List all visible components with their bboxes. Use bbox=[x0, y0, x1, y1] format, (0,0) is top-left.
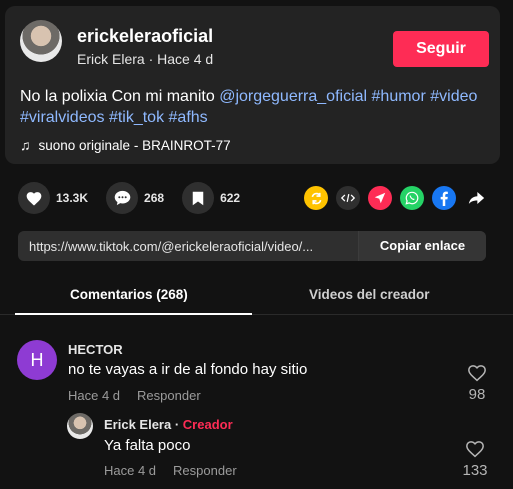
like-action[interactable]: 13.3K bbox=[18, 182, 88, 214]
heart-outline-icon[interactable] bbox=[465, 440, 485, 458]
reply-username[interactable]: Erick Elera bbox=[104, 417, 171, 432]
embed-icon[interactable] bbox=[336, 186, 360, 210]
creator-username[interactable]: erickeleraoficial bbox=[77, 26, 213, 47]
reply-text: Ya falta poco bbox=[104, 437, 191, 454]
commenter-username[interactable]: HECTOR bbox=[68, 342, 123, 357]
share-arrow-icon[interactable] bbox=[464, 186, 488, 210]
bookmark-icon[interactable] bbox=[182, 182, 215, 214]
heart-icon[interactable] bbox=[18, 182, 50, 214]
facebook-icon[interactable] bbox=[432, 186, 456, 210]
post-caption: No la polixia Con mi manito @jorgeguerra… bbox=[20, 86, 490, 128]
reply-button[interactable]: Responder bbox=[137, 388, 201, 403]
reply-avatar[interactable] bbox=[67, 413, 93, 439]
repost-icon[interactable] bbox=[304, 186, 328, 210]
share-icons bbox=[304, 186, 488, 210]
heart-outline-icon[interactable] bbox=[467, 364, 487, 382]
tab-creator-videos[interactable]: Videos del creador bbox=[309, 287, 430, 302]
caption-hashtag[interactable]: #afhs bbox=[169, 109, 208, 126]
music-info[interactable]: ♫ suono originale - BRAINROT-77 bbox=[20, 137, 231, 153]
comment-action[interactable]: 268 bbox=[106, 182, 164, 214]
caption-mention[interactable]: @jorgeguerra_oficial bbox=[219, 88, 367, 105]
copy-link-button[interactable]: Copiar enlace bbox=[358, 231, 486, 261]
active-tab-indicator bbox=[15, 313, 252, 315]
comment-like-count: 98 bbox=[468, 386, 486, 403]
reply-reply-button[interactable]: Responder bbox=[173, 463, 237, 478]
comment-meta: Hace 4 d Responder bbox=[68, 388, 201, 403]
video-url[interactable]: https://www.tiktok.com/@erickeleraoficia… bbox=[29, 239, 364, 254]
reply-username-line: Erick Elera · Creador bbox=[104, 417, 233, 432]
whatsapp-icon[interactable] bbox=[400, 186, 424, 210]
comment-count: 268 bbox=[144, 191, 165, 205]
reply-like-count: 133 bbox=[462, 462, 488, 479]
caption-hashtag[interactable]: #video bbox=[430, 88, 477, 105]
creator-display-name: Erick Elera bbox=[77, 51, 145, 67]
reply-separator: · bbox=[171, 417, 183, 432]
comment-like[interactable]: 98 bbox=[462, 364, 492, 403]
subline-separator: · bbox=[144, 51, 158, 67]
post-info-card: erickeleraoficial Erick Elera · Hace 4 d… bbox=[5, 6, 500, 164]
creator-avatar[interactable] bbox=[20, 20, 62, 62]
tab-comments[interactable]: Comentarios (268) bbox=[70, 287, 188, 302]
caption-hashtag[interactable]: #viralvideos bbox=[20, 109, 104, 126]
music-note-icon: ♫ bbox=[20, 137, 31, 153]
save-action[interactable]: 622 bbox=[182, 182, 240, 214]
follow-button[interactable]: Seguir bbox=[393, 31, 489, 67]
send-icon[interactable] bbox=[368, 186, 392, 210]
commenter-avatar[interactable]: H bbox=[17, 340, 57, 380]
reply-time: Hace 4 d bbox=[104, 463, 157, 478]
caption-text: No la polixia Con mi manito bbox=[20, 88, 220, 105]
comment-time: Hace 4 d bbox=[68, 388, 121, 403]
creator-badge: Creador bbox=[182, 417, 233, 432]
caption-hashtag[interactable]: #tik_tok bbox=[109, 109, 164, 126]
creator-subline: Erick Elera · Hace 4 d bbox=[77, 51, 213, 67]
reply-meta: Hace 4 d Responder bbox=[104, 463, 237, 478]
copy-link-bar: https://www.tiktok.com/@erickeleraoficia… bbox=[18, 231, 486, 261]
comment-text: no te vayas a ir de al fondo hay sitio bbox=[68, 361, 308, 378]
music-title[interactable]: suono originale - BRAINROT-77 bbox=[39, 138, 231, 153]
tab-bar: Comentarios (268) Videos del creador bbox=[0, 281, 513, 315]
reply-like[interactable]: 133 bbox=[460, 440, 490, 479]
like-count: 13.3K bbox=[56, 191, 89, 205]
action-bar: 13.3K 268 622 bbox=[18, 182, 258, 214]
comment-icon[interactable] bbox=[106, 182, 139, 214]
post-time: Hace 4 d bbox=[157, 51, 214, 67]
caption-hashtag[interactable]: #humor bbox=[372, 88, 426, 105]
save-count: 622 bbox=[220, 191, 241, 205]
